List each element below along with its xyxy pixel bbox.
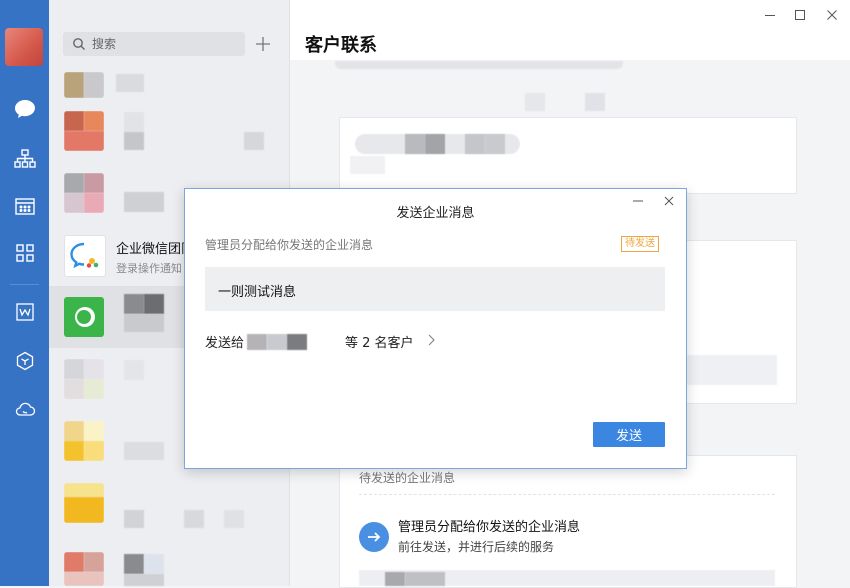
title-bar: 客户联系 (290, 0, 850, 60)
redacted-block (267, 334, 287, 350)
redacted-block (224, 510, 244, 528)
avatar (64, 173, 104, 213)
close-button[interactable] (823, 6, 841, 24)
info-card (686, 240, 797, 404)
redacted-block (124, 554, 144, 574)
dialog-title: 发送企业消息 (396, 206, 475, 221)
customer-card (339, 117, 797, 194)
redacted-block (485, 134, 505, 154)
redacted-block (116, 74, 144, 92)
avatar (64, 72, 104, 98)
calendar-icon[interactable] (12, 193, 37, 218)
redacted-block (405, 134, 425, 154)
redacted-block (385, 572, 405, 586)
send-button[interactable]: 发送 (593, 422, 665, 447)
pending-message-title: 管理员分配给你发送的企业消息 (398, 520, 581, 535)
redacted-block (247, 334, 267, 350)
add-button[interactable] (252, 33, 274, 55)
chevron-right-icon[interactable] (426, 333, 436, 347)
pending-message-desc: 前往发送，并进行后续的服务 (398, 540, 555, 554)
redacted-block (585, 93, 605, 111)
avatar (64, 297, 104, 337)
list-item[interactable] (49, 100, 289, 162)
conversation-preview: 登录操作通知 (116, 262, 182, 275)
conversation-title: 企业微信团队 (116, 242, 195, 257)
dialog-description: 管理员分配给你发送的企业消息 (205, 238, 374, 252)
maximize-button[interactable] (791, 6, 809, 24)
search-box[interactable] (63, 32, 245, 56)
redacted-block (124, 132, 144, 150)
redacted-block (687, 355, 777, 385)
redacted-block (124, 294, 144, 314)
message-text: 一则测试消息 (218, 285, 297, 300)
redacted-block (425, 134, 445, 154)
avatar (64, 421, 104, 461)
redacted-block (124, 314, 164, 332)
search-input[interactable] (90, 36, 244, 52)
redacted-block (335, 61, 623, 69)
apps-grid-icon[interactable] (12, 240, 37, 265)
message-preview: 一则测试消息 (205, 267, 665, 311)
avatar (64, 552, 104, 586)
status-badge: 待发送 (621, 236, 659, 252)
redacted-block (287, 334, 307, 350)
list-item[interactable] (49, 66, 289, 98)
send-to-label: 发送给 (205, 336, 245, 351)
cube-icon[interactable] (12, 348, 37, 373)
minimize-button[interactable] (761, 6, 779, 24)
redacted-block (465, 134, 485, 154)
minimize-icon[interactable] (631, 194, 645, 208)
pending-section-label: 待发送的企业消息 (359, 471, 456, 485)
chat-icon[interactable] (12, 96, 37, 121)
avatar (64, 483, 104, 523)
page-title: 客户联系 (305, 35, 377, 56)
redacted-block (124, 112, 144, 132)
redacted-block (405, 572, 445, 586)
redacted-block (124, 574, 164, 586)
redacted-block (244, 132, 264, 150)
redacted-block (350, 156, 385, 174)
org-chart-icon[interactable] (12, 146, 37, 171)
redacted-block (124, 442, 164, 460)
rail-divider (10, 284, 39, 285)
redacted-block (124, 192, 164, 212)
redacted-block (144, 554, 164, 574)
wecom-logo-icon (64, 235, 106, 277)
recipient-count[interactable]: 等 2 名客户 (345, 332, 414, 351)
cloud-call-icon[interactable] (12, 396, 37, 421)
divider (359, 494, 775, 495)
redacted-block (144, 294, 164, 314)
avatar[interactable] (5, 28, 43, 66)
list-item[interactable] (49, 544, 289, 586)
search-icon (73, 38, 85, 50)
redacted-block (184, 510, 204, 528)
arrow-right-icon (359, 522, 389, 552)
redacted-block (525, 93, 545, 111)
redacted-block (124, 360, 144, 380)
list-item[interactable] (49, 472, 289, 534)
send-message-dialog: 发送企业消息 管理员分配给你发送的企业消息 待发送 一则测试消息 发送给 等 2… (184, 188, 687, 469)
avatar (64, 111, 104, 151)
close-icon[interactable] (662, 194, 676, 208)
nav-rail (0, 0, 49, 586)
doc-icon[interactable] (12, 299, 37, 324)
avatar (64, 359, 104, 399)
redacted-block (124, 510, 144, 528)
